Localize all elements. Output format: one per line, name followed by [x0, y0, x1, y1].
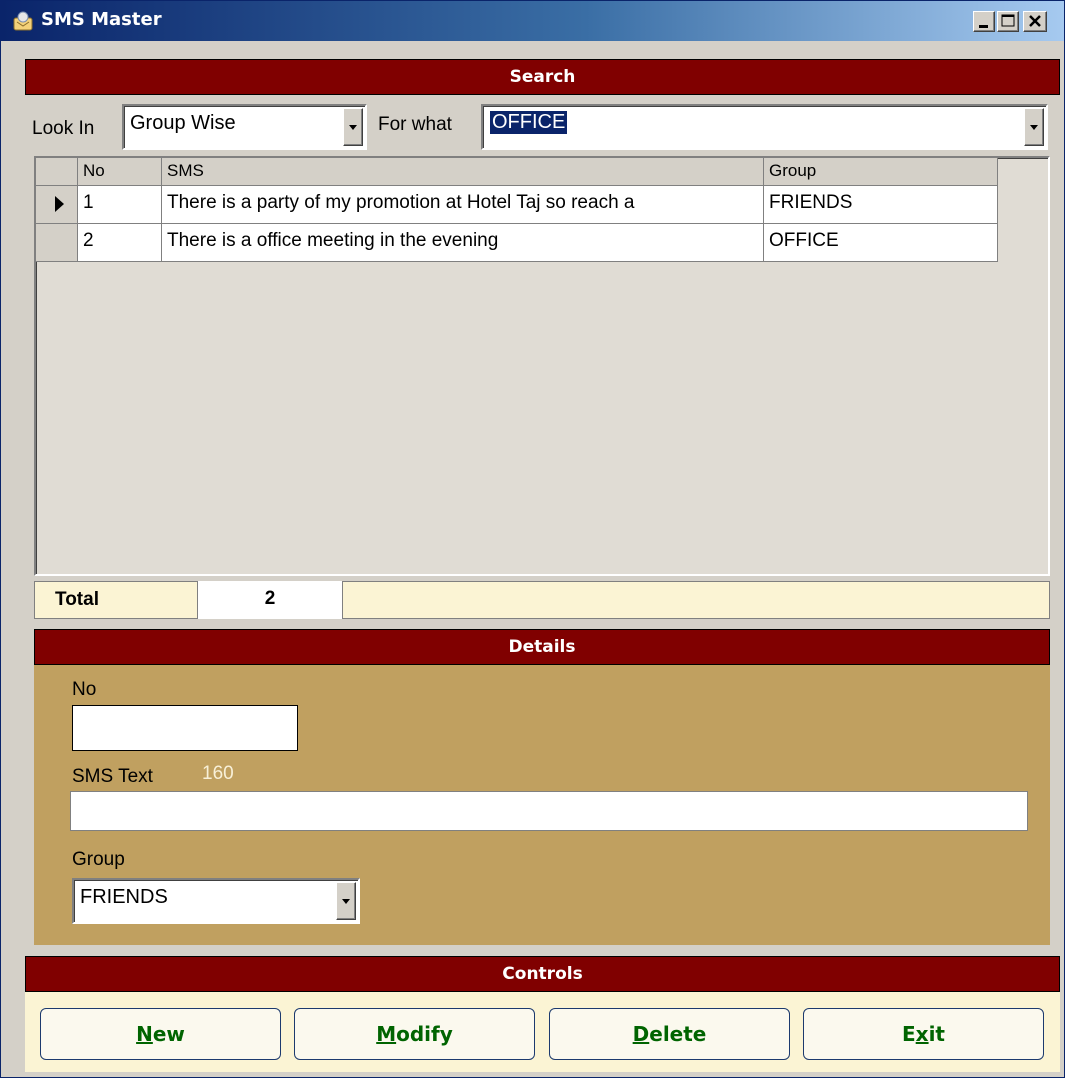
sms-text-counter: 160: [202, 763, 234, 784]
total-bar: Total 2: [34, 581, 1050, 619]
group-combo[interactable]: FRIENDS: [72, 878, 360, 924]
maximize-button[interactable]: [997, 11, 1019, 32]
sms-master-window: SMS Master Search Look In Group Wise For…: [0, 0, 1065, 1078]
controls-area: New Modify Delete Exit: [25, 992, 1060, 1072]
maximize-icon: [1001, 14, 1015, 27]
for-what-combo[interactable]: OFFICE: [481, 104, 1048, 150]
group-value: FRIENDS: [80, 886, 168, 908]
look-in-label: Look In: [32, 118, 95, 139]
close-button[interactable]: [1023, 11, 1047, 32]
sms-text-field[interactable]: [70, 791, 1028, 831]
cell-group[interactable]: FRIENDS: [764, 186, 998, 224]
search-header: Search: [25, 59, 1060, 95]
minimize-button[interactable]: [973, 11, 995, 32]
app-icon: [13, 11, 33, 31]
delete-button[interactable]: Delete: [549, 1008, 790, 1060]
dropdown-arrow-icon: [349, 125, 357, 130]
for-what-label: For what: [378, 114, 452, 135]
group-label: Group: [72, 849, 125, 870]
details-header: Details: [34, 629, 1050, 665]
exit-button[interactable]: Exit: [803, 1008, 1044, 1060]
dropdown-arrow-icon: [342, 899, 350, 904]
row-indicator[interactable]: [36, 186, 78, 224]
close-icon: [1029, 15, 1041, 27]
no-field[interactable]: [72, 705, 298, 751]
cell-group[interactable]: OFFICE: [764, 224, 998, 262]
look-in-value: Group Wise: [130, 112, 236, 134]
column-header-no[interactable]: No: [78, 158, 162, 186]
controls-header: Controls: [25, 956, 1060, 992]
group-dropdown-button[interactable]: [336, 882, 356, 920]
column-header-sms[interactable]: SMS: [162, 158, 764, 186]
cell-no[interactable]: 2: [78, 224, 162, 262]
minimize-icon: [979, 25, 988, 28]
total-label: Total: [55, 589, 99, 610]
grid-corner-cell: [36, 158, 78, 186]
for-what-value[interactable]: OFFICE: [490, 111, 568, 134]
look-in-combo[interactable]: Group Wise: [122, 104, 367, 150]
total-value: 2: [197, 581, 343, 619]
new-button[interactable]: New: [40, 1008, 281, 1060]
cell-no[interactable]: 1: [78, 186, 162, 224]
no-label: No: [72, 679, 97, 700]
row-pointer-icon: [55, 196, 64, 212]
row-indicator[interactable]: [36, 224, 78, 262]
for-what-dropdown-button[interactable]: [1024, 108, 1044, 146]
column-header-group[interactable]: Group: [764, 158, 998, 186]
modify-button[interactable]: Modify: [294, 1008, 535, 1060]
cell-sms[interactable]: There is a party of my promotion at Hote…: [162, 186, 764, 224]
window-title: SMS Master: [41, 9, 162, 30]
title-bar[interactable]: SMS Master: [1, 1, 1064, 41]
sms-text-label: SMS Text: [72, 766, 153, 787]
dropdown-arrow-icon: [1030, 125, 1038, 130]
look-in-dropdown-button[interactable]: [343, 108, 363, 146]
sms-grid[interactable]: No SMS Group 1 There is a party of my pr…: [34, 156, 1050, 576]
cell-sms[interactable]: There is a office meeting in the evening: [162, 224, 764, 262]
details-panel: No SMS Text 160 Group FRIENDS: [34, 665, 1050, 945]
